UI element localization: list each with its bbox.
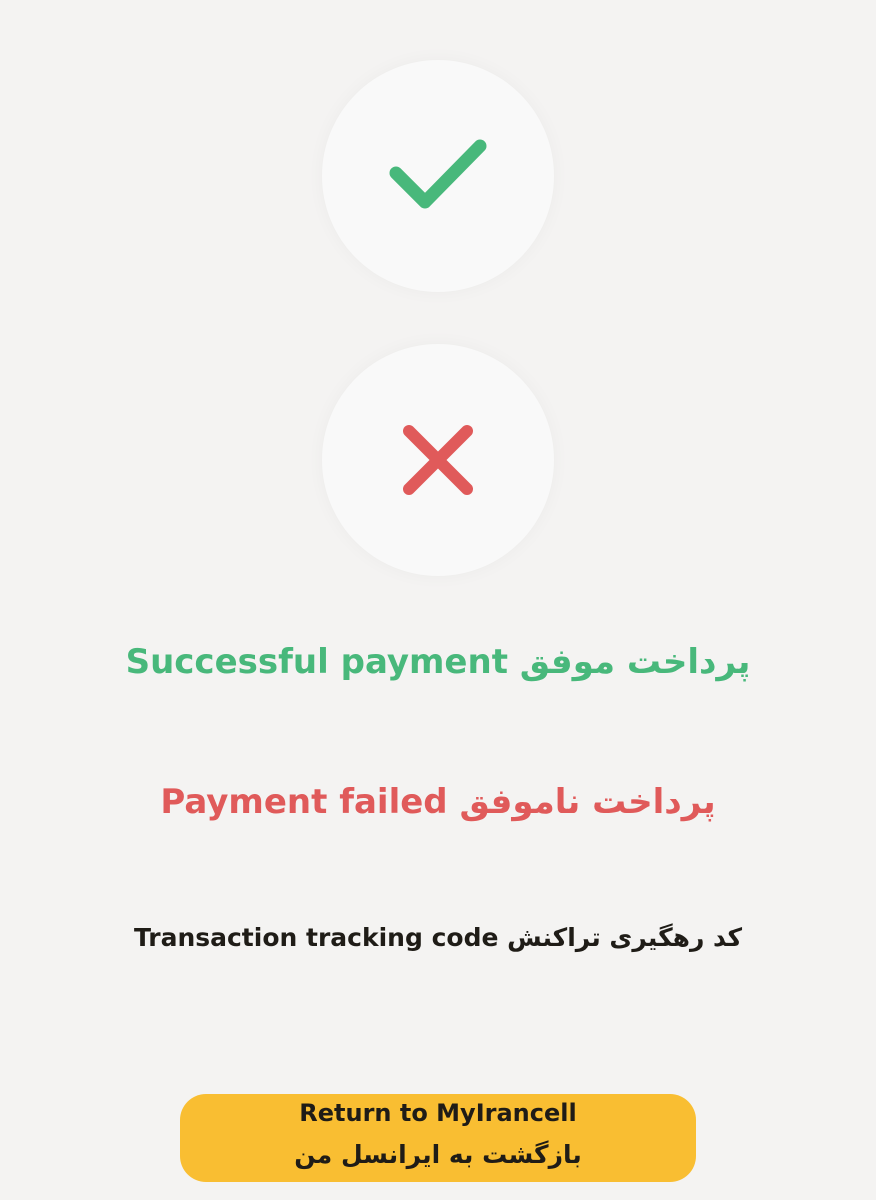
checkmark-icon	[389, 139, 487, 209]
cross-icon	[403, 425, 473, 495]
return-button-label-fa: بازگشت به ایرانسل من	[294, 1140, 582, 1169]
transaction-tracking-code-label: کد رهگیری تراکنش Transaction tracking co…	[133, 923, 743, 952]
success-status-circle	[322, 60, 554, 292]
failed-status-circle	[322, 344, 554, 576]
successful-payment-text: پرداخت موفق Successful payment	[125, 642, 751, 682]
return-to-myirancell-button[interactable]: Return to MyIrancell بازگشت به ایرانسل م…	[180, 1094, 696, 1182]
return-button-label-en: Return to MyIrancell	[299, 1099, 577, 1127]
payment-failed-text: پرداخت ناموفق Payment failed	[160, 782, 716, 822]
